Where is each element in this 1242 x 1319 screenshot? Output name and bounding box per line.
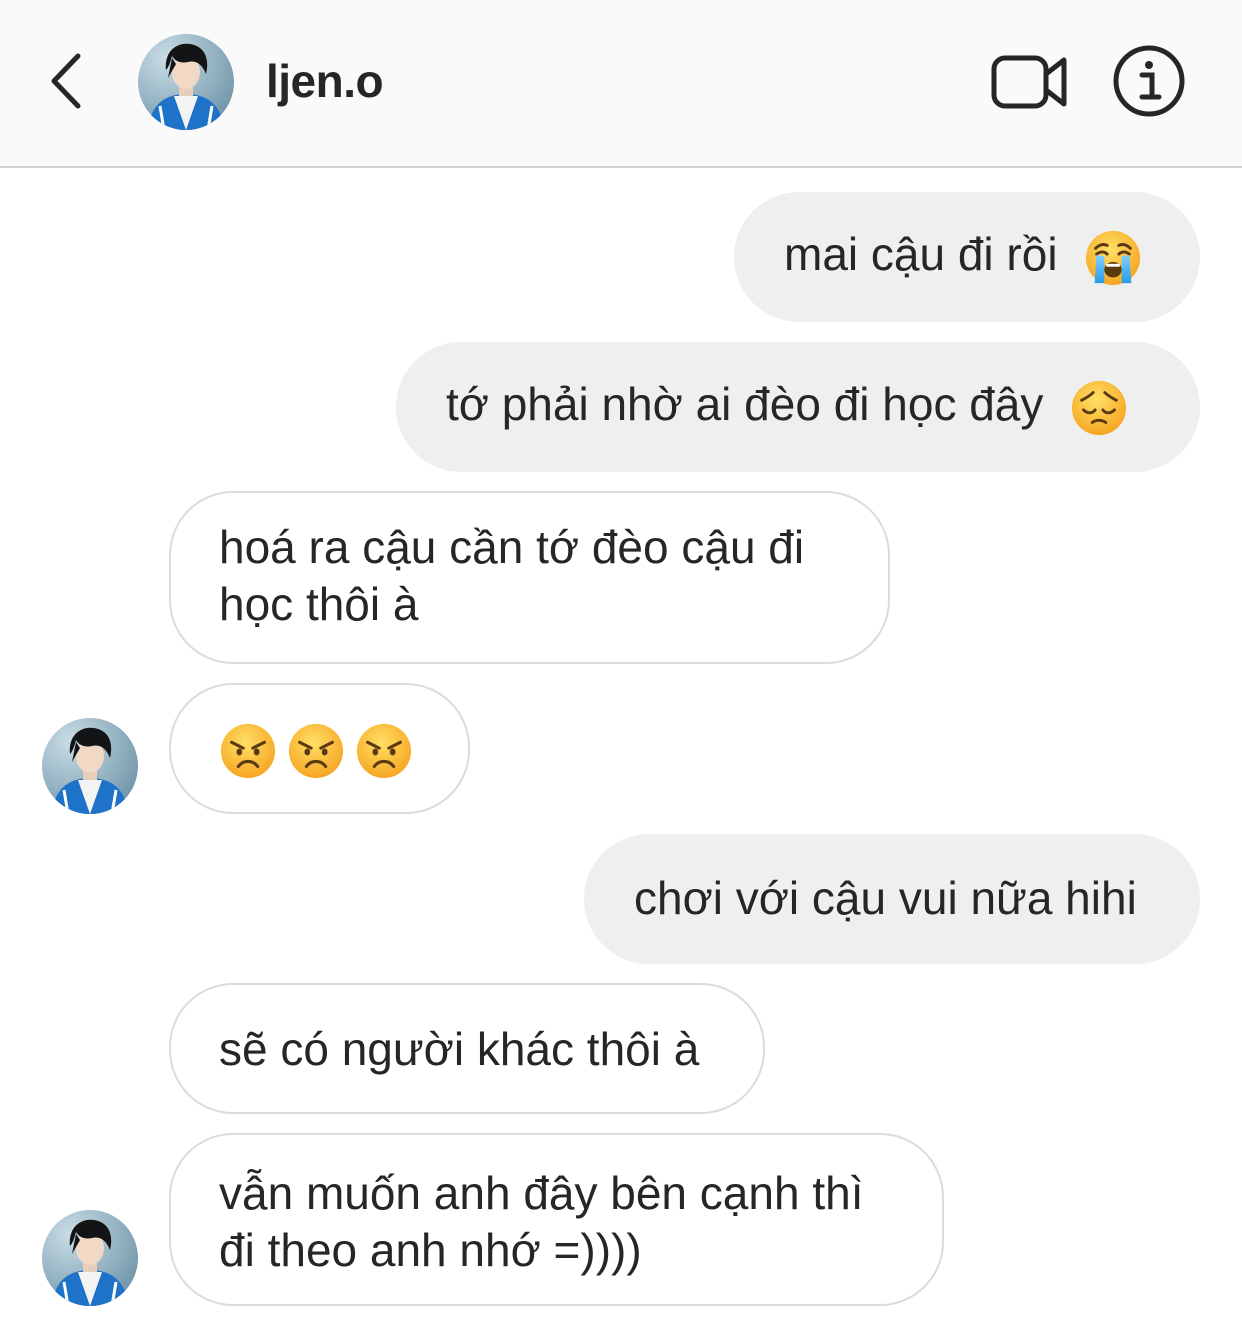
message-text: vẫn muốn anh đây bên cạnh thì đi theo an… [219,1167,864,1276]
angry-face-icon [355,722,413,780]
angry-face-icon [219,722,277,780]
chat-header: ljen.o [0,0,1242,168]
message-text: mai cậu đi rồi [784,228,1058,280]
message-received[interactable]: sẽ có người khác thôi à [169,983,765,1114]
video-call-button[interactable] [990,52,1070,112]
message-received[interactable]: vẫn muốn anh đây bên cạnh thì đi theo an… [169,1133,944,1306]
back-button[interactable] [40,48,100,114]
message-text: sẽ có người khác thôi à [219,1023,700,1075]
message-text: tớ phải nhờ ai đèo đi học đây [446,378,1044,430]
video-camera-icon [990,55,1070,116]
header-avatar[interactable] [138,34,234,130]
message-sent[interactable]: chơi với cậu vui nữa hihi [584,834,1200,964]
message-received[interactable]: hoá ra cậu cần tớ đèo cậu đi học thôi à [169,491,890,664]
message-received[interactable] [169,683,470,814]
loudly-crying-face-icon [1084,229,1142,287]
message-sent[interactable]: mai cậu đi rồi [734,192,1200,322]
chevron-left-icon [40,53,100,118]
message-text: hoá ra cậu cần tớ đèo cậu đi học thôi à [219,521,805,630]
pensive-face-icon [1070,379,1128,437]
info-icon [1112,45,1186,122]
message-text: chơi với cậu vui nữa hihi [634,872,1137,924]
sender-avatar[interactable] [42,718,138,814]
sender-avatar[interactable] [42,1210,138,1306]
username-title[interactable]: ljen.o [266,54,384,108]
angry-face-icon [287,722,345,780]
info-button[interactable] [1112,44,1186,118]
message-sent[interactable]: tớ phải nhờ ai đèo đi học đây [396,342,1200,472]
